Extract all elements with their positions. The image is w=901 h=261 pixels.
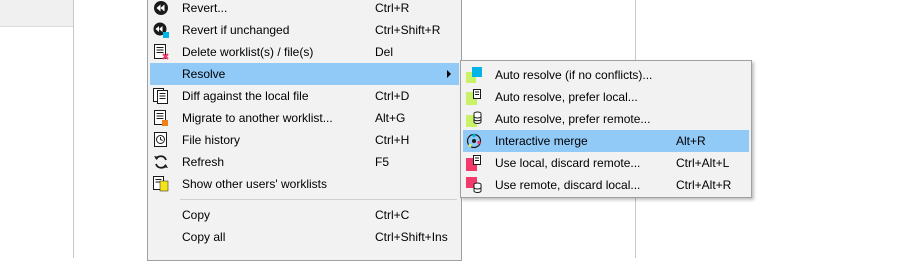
menu-item-delete-worklist[interactable]: Delete worklist(s) / file(s) Del: [150, 41, 459, 63]
interactive-merge-icon: [466, 133, 482, 149]
menu-item-shortcut: F5: [375, 155, 390, 169]
menu-item-label: Use local, discard remote...: [495, 156, 641, 170]
submenu-item-auto-resolve[interactable]: Auto resolve (if no conflicts)...: [463, 64, 749, 86]
menu-item-show-other-users-worklists[interactable]: Show other users' worklists: [150, 173, 459, 195]
menu-item-label: Diff against the local file: [182, 89, 309, 103]
menu-item-diff[interactable]: Diff against the local file Ctrl+D: [150, 85, 459, 107]
refresh-icon: [154, 155, 168, 169]
menu-item-label: Migrate to another worklist...: [182, 111, 333, 125]
menu-item-resolve[interactable]: Resolve: [150, 63, 459, 85]
left-panel-row[interactable]: [0, 0, 73, 27]
menu-item-label: Copy all: [182, 230, 226, 244]
menu-item-label: Auto resolve, prefer remote...: [495, 112, 651, 126]
menu-item-shortcut: Ctrl+Shift+R: [375, 23, 441, 37]
menu-item-copy[interactable]: Copy Ctrl+C: [150, 204, 459, 226]
menu-item-shortcut: Alt+R: [676, 134, 706, 148]
menu-item-label: Revert if unchanged: [182, 23, 290, 37]
menu-item-copy-all[interactable]: Copy all Ctrl+Shift+Ins: [150, 226, 459, 248]
menu-item-label: Delete worklist(s) / file(s): [182, 45, 314, 59]
other-users-worklists-icon: [153, 176, 169, 192]
menu-item-shortcut: Ctrl+D: [375, 89, 410, 103]
submenu-arrow-icon: [447, 70, 451, 78]
menu-item-shortcut: Del: [375, 45, 394, 59]
menu-item-shortcut: Ctrl+Shift+Ins: [375, 230, 448, 244]
use-local-icon: [466, 155, 481, 171]
auto-resolve-remote-icon: [466, 111, 482, 127]
menu-item-label: Use remote, discard local...: [495, 178, 641, 192]
left-panel: [0, 0, 74, 258]
submenu-item-auto-resolve-local[interactable]: Auto resolve, prefer local...: [463, 86, 749, 108]
menu-item-revert-if-unchanged[interactable]: Revert if unchanged Ctrl+Shift+R: [150, 19, 459, 41]
menu-item-shortcut: Ctrl+H: [375, 133, 410, 147]
menu-item-refresh[interactable]: Refresh F5: [150, 151, 459, 173]
auto-resolve-local-icon: [466, 89, 481, 105]
menu-item-shortcut: Ctrl+C: [375, 208, 410, 222]
menu-item-file-history[interactable]: File history Ctrl+H: [150, 129, 459, 151]
menu-item-shortcut: Ctrl+Alt+L: [676, 156, 730, 170]
use-remote-icon: [466, 177, 482, 193]
menu-item-revert[interactable]: Revert... Ctrl+R: [150, 0, 459, 19]
menu-item-label: Copy: [182, 208, 211, 222]
context-menu: Revert... Ctrl+R Revert if unchanged Ctr…: [147, 0, 462, 261]
menu-separator: [180, 199, 457, 200]
diff-icon: [153, 88, 168, 104]
menu-item-label: Interactive merge: [495, 134, 588, 148]
menu-item-shortcut: Alt+G: [375, 111, 406, 125]
revert-icon: [154, 1, 168, 15]
menu-item-label: Auto resolve, prefer local...: [495, 90, 638, 104]
submenu-item-auto-resolve-remote[interactable]: Auto resolve, prefer remote...: [463, 108, 749, 130]
menu-item-label: Auto resolve (if no conflicts)...: [495, 68, 653, 82]
menu-item-label: File history: [182, 133, 241, 147]
submenu-item-use-remote[interactable]: Use remote, discard local... Ctrl+Alt+R: [463, 174, 749, 196]
menu-item-shortcut: Ctrl+R: [375, 1, 410, 15]
menu-item-shortcut: Ctrl+Alt+R: [676, 178, 732, 192]
history-icon: [154, 132, 167, 147]
menu-item-label: Resolve: [182, 67, 226, 81]
menu-item-label: Revert...: [182, 1, 228, 15]
revert-if-unchanged-icon: [153, 22, 169, 38]
menu-item-label: Show other users' worklists: [182, 177, 328, 191]
resolve-submenu: Auto resolve (if no conflicts)... Auto r…: [460, 60, 752, 198]
migrate-icon: [154, 110, 168, 126]
menu-item-label: Refresh: [182, 155, 225, 169]
delete-worklist-icon: [154, 44, 169, 60]
submenu-item-interactive-merge[interactable]: Interactive merge Alt+R: [463, 130, 749, 152]
submenu-item-use-local[interactable]: Use local, discard remote... Ctrl+Alt+L: [463, 152, 749, 174]
auto-resolve-icon: [466, 67, 482, 83]
menu-item-migrate[interactable]: Migrate to another worklist... Alt+G: [150, 107, 459, 129]
